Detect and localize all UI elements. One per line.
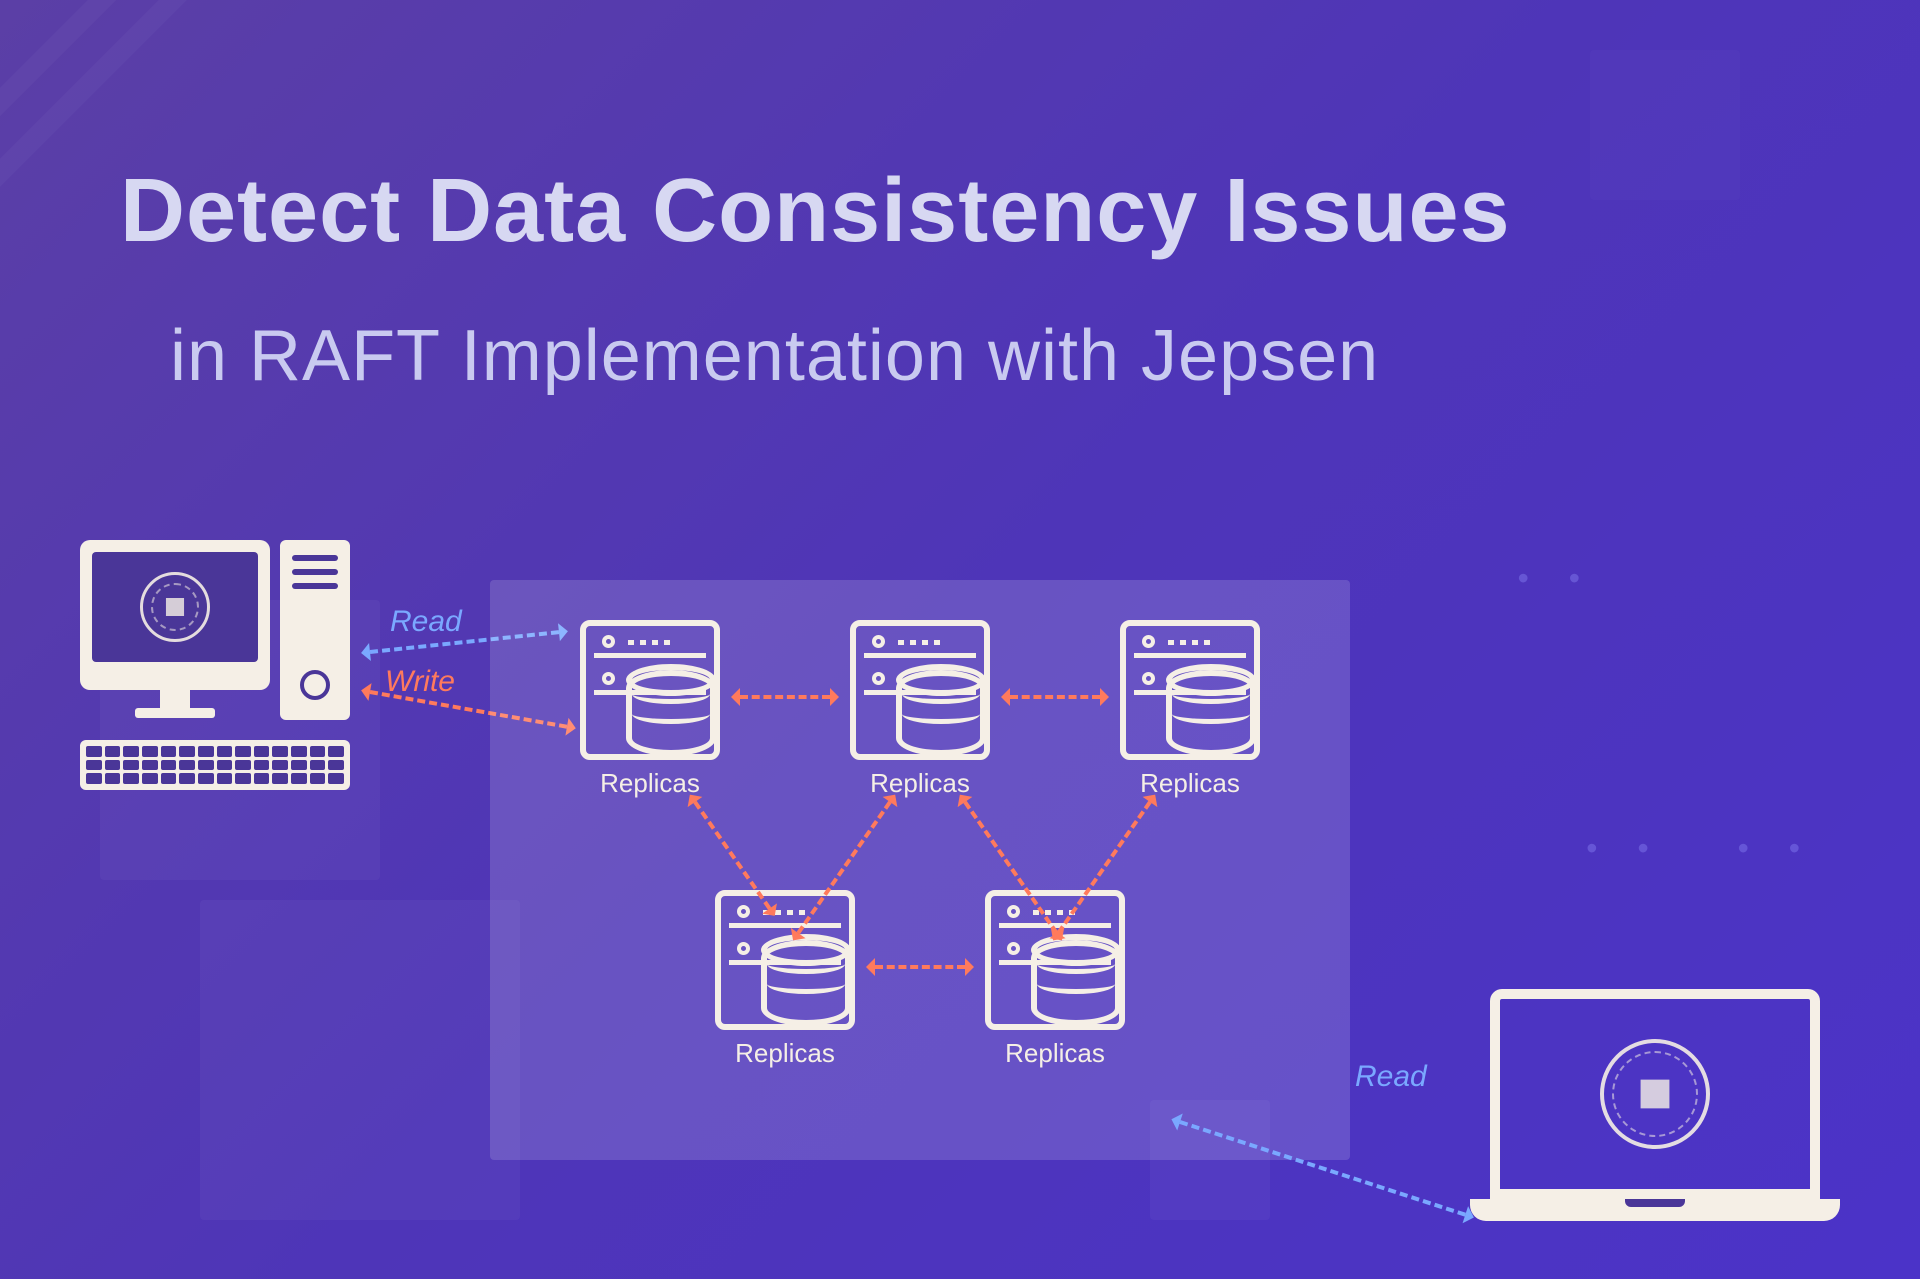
read-label: Read	[1355, 1060, 1427, 1094]
title-main: Detect Data Consistency Issues	[120, 160, 1511, 263]
arrow-sync	[740, 695, 830, 699]
client-desktop	[80, 540, 360, 800]
replica-label: Replicas	[840, 768, 1000, 799]
laptop-base-icon	[1470, 1199, 1840, 1221]
database-icon	[715, 890, 855, 1030]
arrow-sync	[1010, 695, 1100, 699]
bg-decoration-square	[200, 900, 520, 1220]
database-icon	[1120, 620, 1260, 760]
title-sub: in RAFT Implementation with Jepsen	[170, 315, 1379, 397]
bg-decoration-square	[1590, 50, 1740, 200]
replica-node: Replicas	[1110, 620, 1270, 799]
nebula-logo-icon	[1600, 1039, 1710, 1149]
client-laptop	[1470, 989, 1840, 1249]
database-icon	[850, 620, 990, 760]
replica-node: Replicas	[975, 890, 1135, 1069]
replica-node: Replicas	[705, 890, 865, 1069]
replica-label: Replicas	[1110, 768, 1270, 799]
replica-label: Replicas	[705, 1038, 865, 1069]
nebula-logo-icon	[140, 572, 210, 642]
replica-label: Replicas	[975, 1038, 1135, 1069]
bg-decoration-dots: ••	[1518, 560, 1620, 597]
database-icon	[985, 890, 1125, 1030]
read-label: Read	[390, 605, 462, 639]
database-icon	[580, 620, 720, 760]
arrow-sync	[875, 965, 965, 969]
replica-label: Replicas	[570, 768, 730, 799]
bg-decoration-dots: •• ••	[1586, 830, 1840, 867]
laptop-screen-icon	[1490, 989, 1820, 1199]
desktop-tower-icon	[280, 540, 350, 720]
replica-node: Replicas	[840, 620, 1000, 799]
desktop-monitor-icon	[80, 540, 270, 690]
keyboard-icon	[80, 740, 350, 790]
replica-node: Replicas	[570, 620, 730, 799]
cluster-panel: Replicas Replicas Replicas Replicas	[490, 580, 1350, 1160]
